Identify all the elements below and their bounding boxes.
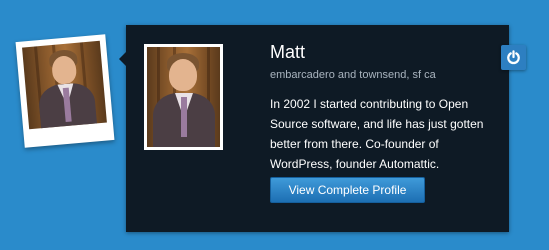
profile-location: embarcadero and townsend, sf ca bbox=[270, 69, 436, 81]
power-button[interactable] bbox=[501, 45, 526, 70]
hovercard-avatar-photo bbox=[147, 47, 220, 147]
view-complete-profile-button[interactable]: View Complete Profile bbox=[270, 177, 425, 203]
avatar-photo bbox=[22, 40, 107, 130]
hovercard-avatar[interactable] bbox=[144, 44, 223, 150]
gravatar-avatar-thumbnail[interactable] bbox=[15, 34, 115, 148]
hovercard-pointer bbox=[119, 52, 126, 66]
profile-hovercard: Matt embarcadero and townsend, sf ca In … bbox=[119, 25, 509, 232]
profile-name: Matt bbox=[270, 42, 306, 62]
profile-bio: In 2002 I started contributing to Open S… bbox=[270, 97, 484, 171]
power-icon bbox=[507, 50, 520, 65]
